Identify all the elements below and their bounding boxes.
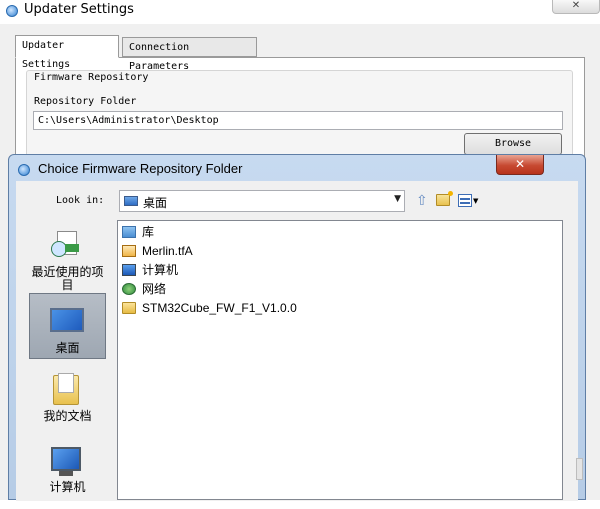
app-icon (6, 5, 18, 17)
list-item[interactable]: Merlin.tfA (122, 242, 193, 260)
place-label: 计算机 (49, 480, 86, 494)
list-item[interactable]: 库 (122, 223, 154, 241)
chevron-down-icon[interactable]: ▼ (394, 194, 401, 204)
place-recent-items[interactable]: 最近使用的项目 (29, 225, 106, 295)
place-desktop[interactable]: 桌面 (29, 293, 106, 359)
computer-icon (122, 263, 136, 276)
tab-connection-parameters[interactable]: Connection Parameters (122, 37, 257, 72)
browse-button[interactable]: Browse (464, 133, 562, 155)
file-name: 库 (142, 225, 155, 239)
place-label: 桌面 (55, 341, 80, 355)
view-menu-chevron-icon[interactable]: ▼ (473, 197, 478, 205)
window-close-button[interactable]: ✕ (552, 0, 600, 14)
file-list[interactable]: 库 Merlin.tfA 计算机 网络 STM32Cube_FW_F1_V1.0… (117, 220, 563, 500)
file-name: Merlin.tfA (142, 244, 193, 258)
computer-icon (51, 447, 81, 476)
folder-icon (122, 301, 136, 314)
place-documents[interactable]: 我的文档 (29, 371, 106, 437)
list-item[interactable]: STM32Cube_FW_F1_V1.0.0 (122, 299, 297, 317)
desktop-icon (50, 308, 84, 332)
recent-items-icon (51, 231, 81, 257)
new-folder-icon[interactable] (436, 191, 453, 206)
title-bar: Updater Settings ✕ (0, 0, 600, 24)
file-name: 网络 (142, 282, 167, 296)
repository-folder-input[interactable]: C:\Users\Administrator\Desktop (33, 111, 563, 130)
tab-updater-settings[interactable]: Updater Settings (15, 35, 119, 70)
place-computer[interactable]: 计算机 (29, 443, 106, 509)
repository-folder-label: Repository Folder (34, 96, 137, 107)
list-item[interactable]: 计算机 (122, 261, 178, 279)
documents-icon (53, 373, 79, 405)
list-item[interactable]: 网络 (122, 280, 166, 298)
desktop-icon (124, 196, 138, 206)
view-menu-icon[interactable] (458, 194, 472, 207)
places-bar: 最近使用的项目 桌面 我的文档 计算机 (23, 221, 112, 500)
window-title: Updater Settings (24, 2, 134, 17)
scrollbar[interactable] (576, 458, 583, 480)
dialog-title: Choice Firmware Repository Folder (38, 161, 243, 176)
dialog-app-icon (18, 164, 30, 176)
place-label: 最近使用的项目 (31, 265, 104, 292)
libraries-icon (122, 225, 136, 238)
look-in-value: 桌面 (143, 196, 168, 210)
look-in-label: Look in: (56, 195, 105, 206)
dialog-close-button[interactable]: ✕ (496, 155, 544, 175)
network-icon (122, 282, 136, 295)
look-in-dropdown[interactable]: 桌面 ▼ (119, 190, 405, 212)
file-icon (122, 244, 136, 257)
place-label: 我的文档 (43, 409, 92, 423)
up-one-level-icon[interactable]: ⇧ (416, 192, 430, 210)
file-name: 计算机 (142, 263, 179, 277)
file-name: STM32Cube_FW_F1_V1.0.0 (142, 301, 297, 315)
